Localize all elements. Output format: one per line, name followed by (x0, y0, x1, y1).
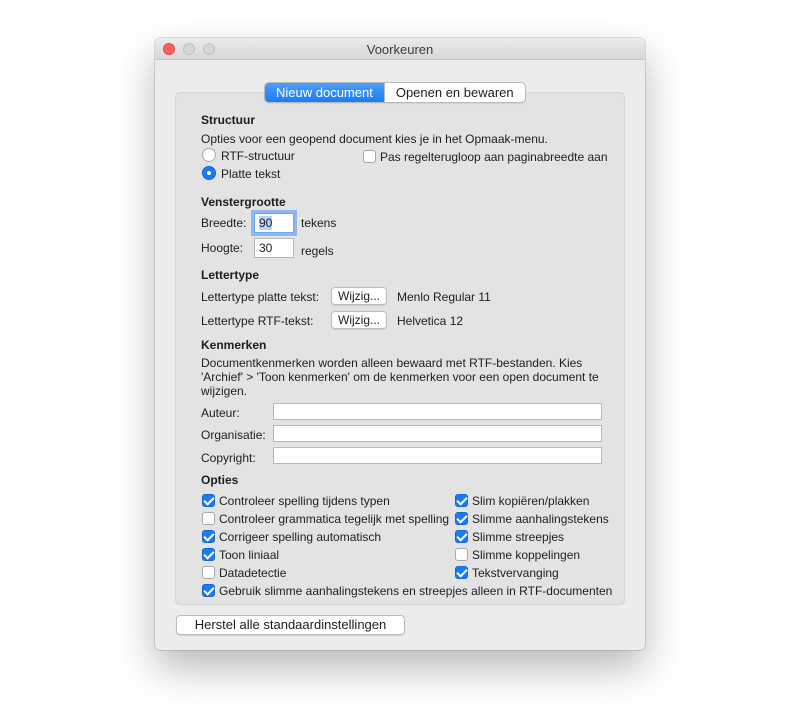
tab-bar: Nieuw document Openen en bewaren (264, 82, 526, 103)
copyright-field[interactable] (273, 447, 602, 464)
smart-copy-paste-checkbox[interactable] (455, 494, 468, 507)
plain-font-label: Lettertype platte tekst: (201, 290, 320, 304)
rtf-structure-radio[interactable] (202, 148, 216, 162)
options-heading: Opties (201, 473, 239, 487)
rtf-font-value: Helvetica 12 (397, 314, 464, 328)
change-plain-font-button[interactable]: Wijzig... (331, 287, 387, 305)
structure-description: Opties voor een geopend document kies je… (201, 132, 548, 146)
correct-spelling-label[interactable]: Corrigeer spelling automatisch (219, 530, 381, 544)
plain-text-label[interactable]: Platte tekst (221, 167, 280, 181)
restore-defaults-button[interactable]: Herstel alle standaardinstellingen (176, 615, 405, 635)
change-rtf-font-button[interactable]: Wijzig... (331, 311, 387, 329)
height-unit: regels (301, 244, 334, 258)
data-detection-label[interactable]: Datadetectie (219, 566, 286, 580)
properties-description-line-2: 'Archief' > 'Toon kenmerken' om de kenme… (201, 370, 599, 384)
width-field[interactable]: 90 (254, 213, 294, 233)
correct-spelling-checkbox[interactable] (202, 530, 215, 543)
width-label: Breedte: (201, 216, 247, 230)
window-title: Voorkeuren (366, 42, 434, 57)
height-value: 30 (259, 241, 273, 255)
smart-dashes-label[interactable]: Slimme streepjes (472, 530, 564, 544)
organisation-field[interactable] (273, 425, 602, 442)
show-ruler-checkbox[interactable] (202, 548, 215, 561)
smart-quotes-label[interactable]: Slimme aanhalingstekens (472, 512, 609, 526)
smart-links-checkbox[interactable] (455, 548, 468, 561)
check-grammar-checkbox[interactable] (202, 512, 215, 525)
smart-quotes-checkbox[interactable] (455, 512, 468, 525)
smart-links-label[interactable]: Slimme koppelingen (472, 548, 580, 562)
width-value: 90 (259, 216, 273, 230)
text-replacement-label[interactable]: Tekstvervanging (472, 566, 559, 580)
data-detection-checkbox[interactable] (202, 566, 215, 579)
wrap-to-page-checkbox[interactable] (363, 150, 376, 163)
tab-open-and-save[interactable]: Openen en bewaren (383, 83, 525, 102)
height-label: Hoogte: (201, 241, 244, 255)
structure-heading: Structuur (201, 113, 255, 127)
organisation-label: Organisatie: (201, 428, 266, 442)
font-heading: Lettertype (201, 268, 260, 282)
rtf-only-smart-checkbox[interactable] (202, 584, 215, 597)
plain-text-radio[interactable] (202, 166, 216, 180)
rtf-font-label: Lettertype RTF-tekst: (201, 314, 314, 328)
author-field[interactable] (273, 403, 602, 420)
width-unit: tekens (301, 216, 337, 230)
plain-font-value: Menlo Regular 11 (397, 290, 491, 304)
rtf-only-smart-label[interactable]: Gebruik slimme aanhalingstekens en stree… (219, 584, 612, 598)
height-field[interactable]: 30 (254, 238, 294, 258)
show-ruler-label[interactable]: Toon liniaal (219, 548, 279, 562)
text-replacement-checkbox[interactable] (455, 566, 468, 579)
smart-copy-paste-label[interactable]: Slim kopiëren/plakken (472, 494, 589, 508)
check-spelling-label[interactable]: Controleer spelling tijdens typen (219, 494, 390, 508)
smart-dashes-checkbox[interactable] (455, 530, 468, 543)
copyright-label: Copyright: (201, 451, 256, 465)
properties-description-line-1: Documentkenmerken worden alleen bewaard … (201, 356, 583, 370)
rtf-structure-label[interactable]: RTF-structuur (221, 149, 295, 163)
properties-description-line-3: wijzigen. (201, 384, 248, 398)
settings-panel: Structuur Opties voor een geopend docume… (175, 92, 625, 605)
author-label: Auteur: (201, 406, 240, 420)
tab-new-document[interactable]: Nieuw document (265, 83, 384, 102)
properties-heading: Kenmerken (201, 338, 267, 352)
title-bar: Voorkeuren (155, 38, 645, 60)
check-spelling-checkbox[interactable] (202, 494, 215, 507)
window-size-heading: Venstergrootte (201, 195, 286, 209)
preferences-window: Voorkeuren Nieuw document Openen en bewa… (155, 38, 645, 650)
wrap-to-page-label[interactable]: Pas regelterugloop aan paginabreedte aan (380, 150, 608, 164)
check-grammar-label[interactable]: Controleer grammatica tegelijk met spell… (219, 512, 449, 526)
